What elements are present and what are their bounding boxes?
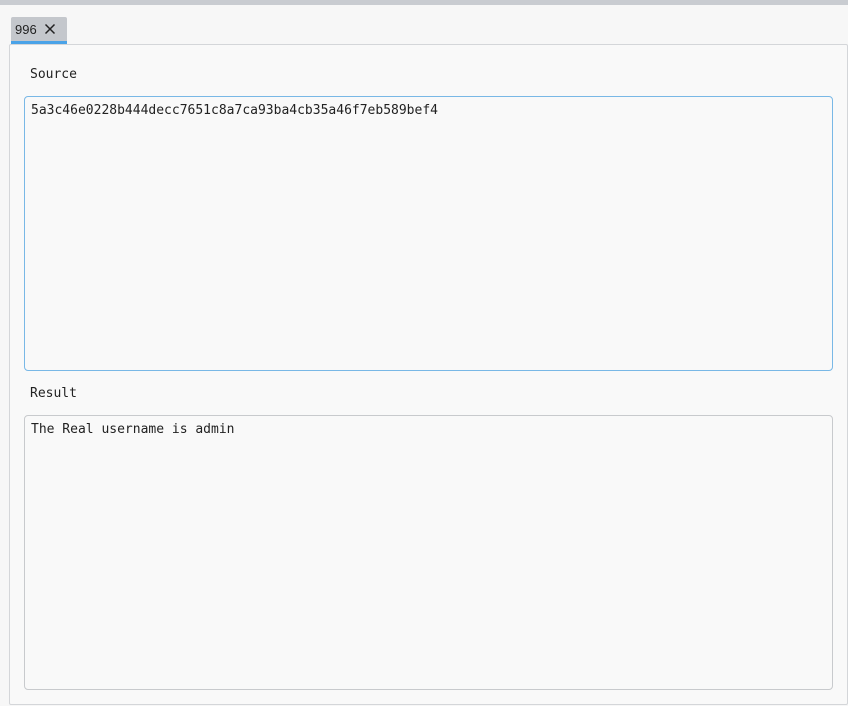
tab-996[interactable]: 996 xyxy=(11,17,67,44)
tab-label: 996 xyxy=(15,21,37,37)
source-label: Source xyxy=(30,67,77,82)
close-icon[interactable] xyxy=(43,22,57,36)
top-strip xyxy=(0,0,848,5)
source-textarea[interactable]: 5a3c46e0228b444decc7651c8a7ca93ba4cb35a4… xyxy=(24,96,833,371)
tab-panel: Source 5a3c46e0228b444decc7651c8a7ca93ba… xyxy=(9,44,848,705)
result-label: Result xyxy=(30,386,77,401)
result-textarea[interactable]: The Real username is admin xyxy=(24,415,833,690)
close-icon-glyph xyxy=(44,23,55,35)
